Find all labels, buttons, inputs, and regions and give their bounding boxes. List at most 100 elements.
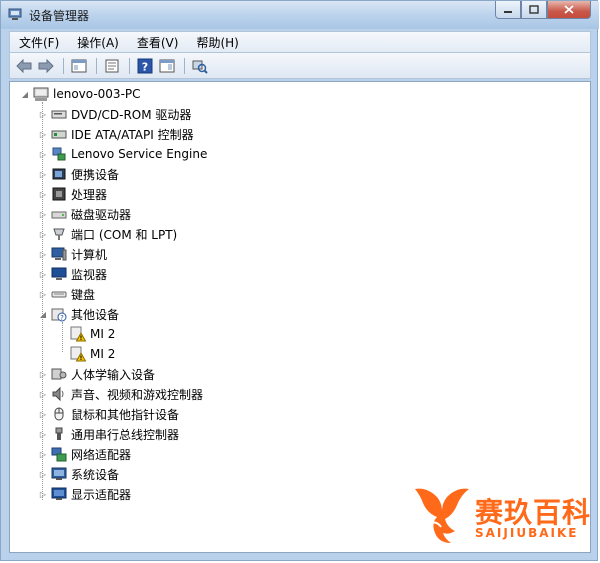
device-manager-icon — [8, 8, 22, 20]
tree-connector — [62, 322, 63, 352]
tree-item-label: 端口 (COM 和 LPT) — [71, 227, 178, 242]
tree-item[interactable]: ▷ 计算机 — [38, 244, 107, 264]
expand-arrow-icon[interactable]: ▷ — [38, 489, 48, 499]
scan-hardware-button[interactable] — [190, 57, 210, 75]
tree-item-label: 人体学输入设备 — [71, 367, 156, 382]
expand-arrow-icon[interactable]: ▷ — [38, 269, 48, 279]
system-device-icon — [51, 466, 67, 482]
expand-arrow-icon[interactable]: ▷ — [38, 189, 48, 199]
forward-button[interactable] — [36, 57, 56, 75]
window-title: 设备管理器 — [29, 9, 90, 23]
show-hide-console-tree-icon — [71, 59, 87, 72]
watermark-brand: 赛玖百科 — [475, 496, 592, 529]
tree-item-label: IDE ATA/ATAPI 控制器 — [71, 127, 194, 142]
tree-item[interactable]: ▷ 便携设备 — [38, 164, 119, 184]
tree-item[interactable]: ▷ IDE ATA/ATAPI 控制器 — [38, 124, 194, 144]
svg-text:?: ? — [142, 60, 148, 73]
tree-item[interactable]: ▷ 系统设备 — [38, 464, 119, 484]
usb-icon — [51, 426, 67, 442]
menu-action[interactable]: 操作(A) — [68, 34, 128, 51]
expand-arrow-icon[interactable]: ▷ — [38, 469, 48, 479]
back-button[interactable] — [14, 57, 34, 75]
maximize-icon — [529, 5, 539, 14]
expand-arrow-icon[interactable]: ▷ — [38, 209, 48, 219]
processor-icon — [51, 186, 67, 202]
tree-item[interactable]: ▷ 鼠标和其他指针设备 — [38, 404, 179, 424]
tree-item-label: 其他设备 — [71, 307, 120, 322]
menu-file[interactable]: 文件(F) — [10, 34, 68, 51]
disk-drive-icon — [51, 206, 67, 222]
console-tree-button[interactable] — [69, 57, 89, 75]
mouse-icon — [51, 406, 67, 422]
tree-item-label: 显示适配器 — [71, 487, 132, 502]
tree-item[interactable]: ▷ 网络适配器 — [38, 444, 131, 464]
tree-item-label: Lenovo Service Engine — [71, 147, 208, 161]
tree-item[interactable]: ▷ 人体学输入设备 — [38, 364, 155, 384]
help-icon: ? — [137, 58, 153, 73]
help-button[interactable]: ? — [135, 57, 155, 75]
tree-item-label: 网络适配器 — [71, 447, 132, 462]
toolbar-separator — [63, 57, 64, 74]
toolbar: ? — [9, 53, 591, 79]
tree-child-label: MI 2 — [90, 327, 116, 341]
tree-item-label: 键盘 — [71, 287, 96, 302]
expand-arrow-icon[interactable]: ▷ — [38, 169, 48, 179]
tree-item-label: 监视器 — [71, 267, 108, 282]
speaker-icon — [51, 386, 67, 402]
keyboard-icon — [51, 286, 67, 302]
tree-item[interactable]: ▷ 监视器 — [38, 264, 107, 284]
expand-arrow-icon[interactable]: ▷ — [38, 369, 48, 379]
toolbar-separator — [129, 57, 130, 74]
svg-text:?: ? — [60, 314, 64, 322]
close-button[interactable] — [547, 1, 591, 19]
maximize-button[interactable] — [521, 1, 547, 19]
tree-item[interactable]: ▷ 端口 (COM 和 LPT) — [38, 224, 177, 244]
tree-item[interactable]: ▷ DVD/CD-ROM 驱动器 — [38, 104, 192, 124]
tree-item[interactable]: ▷ 磁盘驱动器 — [38, 204, 131, 224]
expand-arrow-icon[interactable]: ▷ — [38, 109, 48, 119]
monitor-icon — [51, 266, 67, 282]
tree-item-label: 通用串行总线控制器 — [71, 427, 180, 442]
tree-item-label: 声音、视频和游戏控制器 — [71, 387, 204, 402]
portable-device-icon — [51, 166, 67, 182]
expand-arrow-icon[interactable]: ▷ — [38, 429, 48, 439]
scan-hardware-changes-icon — [192, 60, 208, 74]
minimize-button[interactable] — [495, 1, 521, 19]
port-icon — [51, 226, 67, 242]
warning-device-icon — [70, 326, 86, 342]
tree-item[interactable]: ▷ 处理器 — [38, 184, 107, 204]
tree-child-item[interactable]: MI 2 — [70, 324, 115, 344]
tree-item[interactable]: ▷ Lenovo Service Engine — [38, 144, 207, 164]
watermark-subtitle: SAIJIUBAIKE — [475, 526, 579, 540]
expand-arrow-icon[interactable]: ▷ — [38, 409, 48, 419]
toolbar-separator — [184, 57, 185, 74]
warning-device-icon — [70, 346, 86, 362]
tree-item[interactable]: ▷ 声音、视频和游戏控制器 — [38, 384, 203, 404]
menu-bar: 文件(F) 操作(A) 查看(V) 帮助(H) — [9, 31, 591, 53]
title-bar[interactable]: 设备管理器 — [1, 1, 599, 29]
action-pane-icon — [159, 59, 175, 72]
collapse-arrow-icon[interactable]: ◢ — [38, 309, 48, 319]
menu-view[interactable]: 查看(V) — [128, 34, 188, 51]
computer-monitor-icon — [51, 246, 67, 262]
collapse-arrow-icon[interactable]: ◢ — [20, 89, 30, 99]
tree-item[interactable]: ▷ 键盘 — [38, 284, 95, 304]
tree-item-expanded[interactable]: ◢ ? 其他设备 — [38, 304, 119, 324]
tree-root[interactable]: ◢ lenovo-003-PC — [20, 84, 141, 104]
expand-arrow-icon[interactable]: ▷ — [38, 229, 48, 239]
ide-controller-icon — [51, 126, 67, 142]
expand-arrow-icon[interactable]: ▷ — [38, 289, 48, 299]
properties-button[interactable] — [102, 57, 122, 75]
forward-arrow-icon — [38, 58, 54, 73]
expand-arrow-icon[interactable]: ▷ — [38, 449, 48, 459]
tree-child-item[interactable]: MI 2 — [70, 344, 115, 364]
menu-help[interactable]: 帮助(H) — [187, 34, 247, 51]
expand-arrow-icon[interactable]: ▷ — [38, 389, 48, 399]
action-pane-button[interactable] — [157, 57, 177, 75]
expand-arrow-icon[interactable]: ▷ — [38, 249, 48, 259]
expand-arrow-icon[interactable]: ▷ — [38, 129, 48, 139]
expand-arrow-icon[interactable]: ▷ — [38, 149, 48, 159]
display-adapter-icon — [51, 486, 67, 502]
tree-item[interactable]: ▷ 通用串行总线控制器 — [38, 424, 179, 444]
tree-item[interactable]: ▷ 显示适配器 — [38, 484, 131, 504]
